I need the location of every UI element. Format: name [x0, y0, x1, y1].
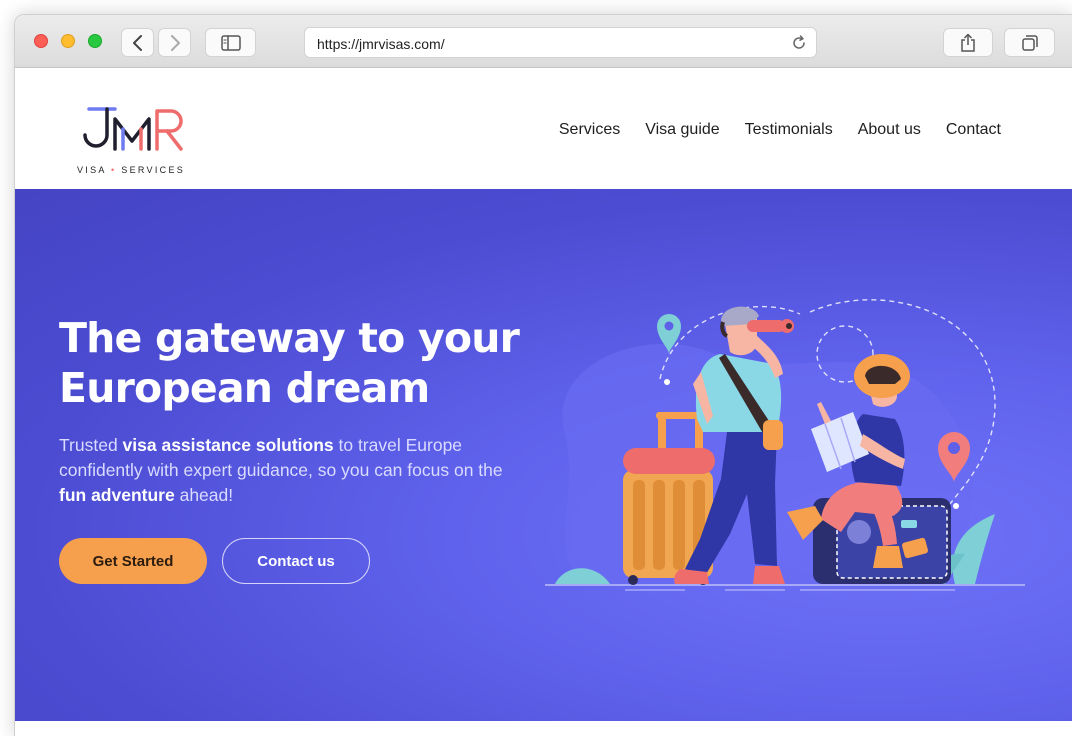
- hero-desc-text-1: Trusted: [59, 435, 123, 455]
- jmr-logo[interactable]: [75, 95, 195, 165]
- hero-desc-bold-2: fun adventure: [59, 485, 175, 505]
- hero-section: The gateway to your European dream Trust…: [15, 189, 1072, 721]
- browser-toolbar: https://jmrvisas.com/: [15, 15, 1072, 68]
- hero-description: Trusted visa assistance solutions to tra…: [59, 433, 509, 508]
- share-icon: [961, 33, 975, 52]
- site-header: VISA • SERVICES Services Visa guide Test…: [15, 69, 1072, 189]
- nav-link-about-us[interactable]: About us: [858, 121, 921, 139]
- chevron-left-icon: [132, 34, 142, 51]
- tabs-icon: [1021, 34, 1038, 51]
- share-button[interactable]: [943, 28, 993, 57]
- nav-link-testimonials[interactable]: Testimonials: [745, 121, 833, 139]
- sidebar-toggle-button[interactable]: [205, 28, 256, 57]
- nav-link-contact[interactable]: Contact: [946, 121, 1001, 139]
- logo-tagline-right: SERVICES: [121, 165, 186, 175]
- sidebar-icon: [220, 34, 241, 51]
- contact-us-button[interactable]: Contact us: [222, 538, 370, 584]
- hero-desc-text-3: ahead!: [174, 485, 234, 505]
- hero-desc-bold-1: visa assistance solutions: [122, 435, 334, 455]
- close-window-button[interactable]: [34, 34, 48, 48]
- logo-tagline-left: VISA: [77, 165, 107, 175]
- chevron-right-icon: [170, 34, 180, 51]
- logo-tagline-dot: •: [111, 165, 117, 175]
- nav-link-visa-guide[interactable]: Visa guide: [645, 121, 719, 139]
- history-nav: [121, 28, 191, 57]
- travelers-illustration: [545, 299, 1025, 591]
- tabs-overview-button[interactable]: [1004, 28, 1055, 57]
- get-started-button[interactable]: Get Started: [59, 538, 207, 584]
- maximize-window-button[interactable]: [88, 34, 102, 48]
- minimize-window-button[interactable]: [61, 34, 75, 48]
- nav-link-services[interactable]: Services: [559, 121, 620, 139]
- hero-title: The gateway to your European dream: [59, 314, 520, 412]
- forward-button[interactable]: [158, 28, 191, 57]
- browser-window: https://jmrvisas.com/ VISA • SERVICES Se…: [14, 14, 1072, 736]
- reload-icon[interactable]: [790, 34, 808, 52]
- url-text[interactable]: https://jmrvisas.com/: [317, 36, 445, 52]
- address-bar[interactable]: https://jmrvisas.com/: [304, 27, 817, 58]
- back-button[interactable]: [121, 28, 154, 57]
- logo-tagline: VISA • SERVICES: [77, 165, 185, 175]
- main-nav: Services Visa guide Testimonials About u…: [559, 121, 1001, 139]
- page-content-below-hero: [15, 721, 1072, 736]
